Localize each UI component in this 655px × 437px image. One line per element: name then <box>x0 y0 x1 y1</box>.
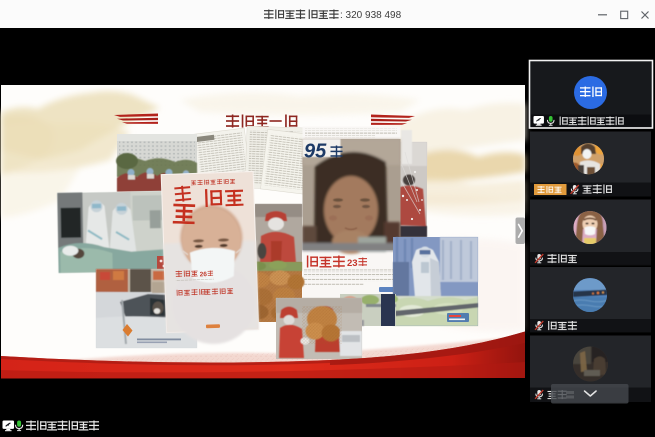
svg-text:26: 26 <box>200 271 208 278</box>
svg-text:95: 95 <box>304 141 327 163</box>
svg-text:: 320 938 498: : 320 938 498 <box>340 10 402 21</box>
svg-text:23: 23 <box>347 258 358 269</box>
